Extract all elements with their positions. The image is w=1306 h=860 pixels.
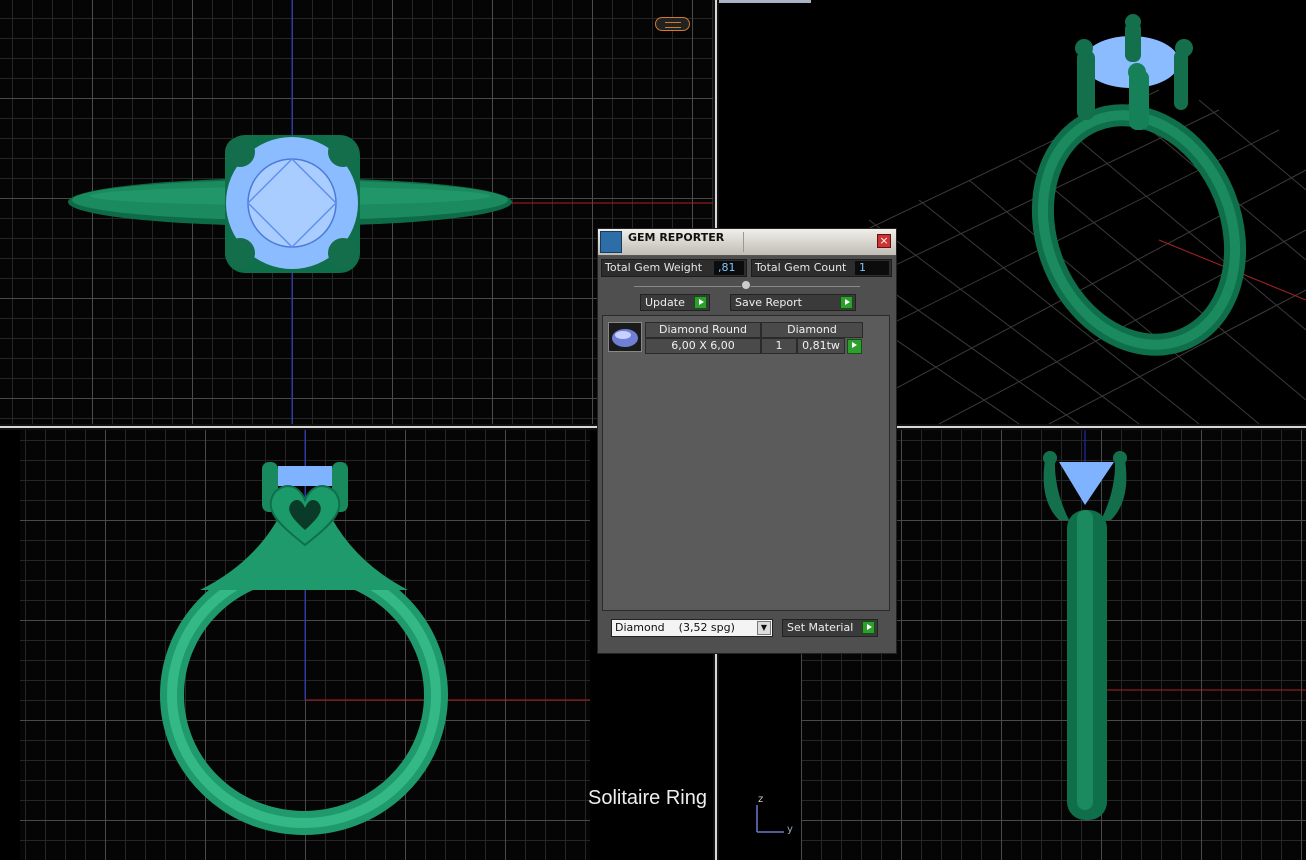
update-button-label: Update <box>645 296 685 309</box>
gem-size: 6,00 X 6,00 <box>645 338 761 354</box>
play-icon[interactable] <box>847 339 862 354</box>
total-gem-weight: Total Gem Weight ,81 <box>601 259 747 277</box>
gem-reporter-panel[interactable]: GEM REPORTER × Total Gem Weight ,81 Tota… <box>597 228 897 654</box>
material-select-value: Diamond (3,52 spg) <box>615 621 735 634</box>
gem-material: Diamond <box>761 322 863 338</box>
save-report-button-label: Save Report <box>735 296 802 309</box>
gem-weight: 0,81tw <box>797 338 845 354</box>
gem-thumbnail-icon <box>608 322 642 352</box>
save-report-button[interactable]: Save Report <box>730 294 856 311</box>
play-icon <box>862 621 875 634</box>
total-gem-count-value: 1 <box>855 261 889 275</box>
caption: Solitaire Ring <box>588 787 707 809</box>
gem-count: 1 <box>761 338 797 354</box>
titlebar-separator <box>743 232 744 252</box>
view-badge-icon[interactable] <box>655 17 690 31</box>
axis-z-label: z <box>758 794 764 805</box>
axis-y-label: y <box>787 824 793 835</box>
set-material-button[interactable]: Set Material <box>782 619 878 637</box>
viewport-tab[interactable] <box>719 0 811 3</box>
chevron-down-icon[interactable]: ▼ <box>757 621 771 635</box>
splitter-handle[interactable] <box>741 280 751 290</box>
panel-title: GEM REPORTER <box>628 231 725 244</box>
total-gem-weight-label: Total Gem Weight <box>605 261 703 274</box>
total-gem-count: Total Gem Count 1 <box>751 259 892 277</box>
axis-gizmo <box>756 805 784 833</box>
total-gem-count-label: Total Gem Count <box>755 261 847 274</box>
gem-list[interactable]: Diamond Round Diamond 6,00 X 6,00 1 0,81… <box>602 315 890 611</box>
panel-titlebar[interactable]: GEM REPORTER × <box>598 229 896 256</box>
total-gem-weight-value: ,81 <box>714 261 744 275</box>
play-icon <box>694 296 707 309</box>
gem-reporter-logo-icon <box>600 231 622 253</box>
update-button[interactable]: Update <box>640 294 710 311</box>
play-icon <box>840 296 853 309</box>
close-icon[interactable]: × <box>877 234 891 248</box>
gem-name: Diamond Round <box>645 322 761 338</box>
set-material-button-label: Set Material <box>787 621 854 634</box>
material-select[interactable]: Diamond (3,52 spg) ▼ <box>611 619 773 637</box>
